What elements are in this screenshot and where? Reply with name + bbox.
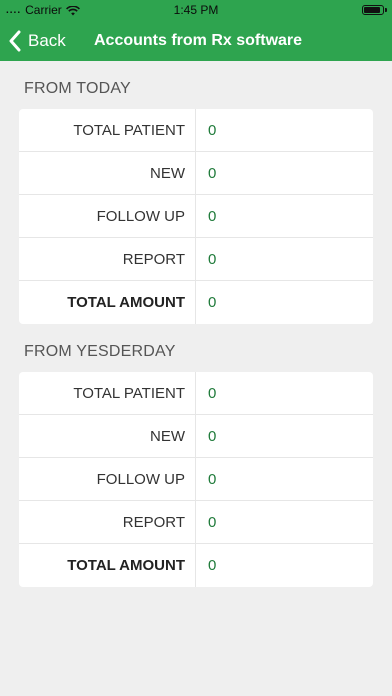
stat-row-total-amount: TOTAL AMOUNT 0 [19, 281, 373, 324]
stat-value: 0 [208, 251, 217, 268]
stat-value: 0 [208, 165, 217, 182]
stat-value: 0 [208, 428, 217, 445]
stat-value: 0 [208, 122, 217, 139]
section-header-today: FROM TODAY [24, 80, 131, 97]
today-stats-card: TOTAL PATIENT 0 NEW 0 FOLLOW UP 0 REPORT… [19, 109, 373, 324]
stat-row-total-patient: TOTAL PATIENT 0 [19, 109, 373, 152]
back-button[interactable]: Back [8, 20, 66, 61]
page-title: Accounts from Rx software [94, 32, 303, 49]
stat-label: NEW [150, 165, 185, 182]
stat-label: FOLLOW UP [96, 471, 185, 488]
yesterday-stats-card: TOTAL PATIENT 0 NEW 0 FOLLOW UP 0 REPORT… [19, 372, 373, 587]
column-divider [195, 281, 196, 324]
column-divider [195, 195, 196, 237]
battery-icon [362, 5, 387, 15]
status-bar: .... Carrier 1:45 PM [0, 0, 392, 20]
stat-label: REPORT [122, 514, 185, 531]
stat-row-new: NEW 0 [19, 415, 373, 458]
column-divider [195, 238, 196, 280]
status-time: 1:45 PM [173, 3, 219, 17]
stat-value: 0 [208, 557, 217, 574]
column-divider [195, 501, 196, 543]
stat-row-total-patient: TOTAL PATIENT 0 [19, 372, 373, 415]
column-divider [195, 372, 196, 414]
stat-row-report: REPORT 0 [19, 501, 373, 544]
stat-label: FOLLOW UP [96, 208, 185, 225]
stat-row-total-amount: TOTAL AMOUNT 0 [19, 544, 373, 587]
stat-row-follow-up: FOLLOW UP 0 [19, 458, 373, 501]
section-header-yesterday: FROM YESDERDAY [24, 343, 176, 360]
column-divider [195, 458, 196, 500]
stat-row-report: REPORT 0 [19, 238, 373, 281]
stat-value: 0 [208, 385, 217, 402]
stat-label: TOTAL AMOUNT [67, 557, 185, 574]
stat-label: TOTAL AMOUNT [67, 294, 185, 311]
stat-label: TOTAL PATIENT [73, 122, 185, 139]
column-divider [195, 415, 196, 457]
stat-row-follow-up: FOLLOW UP 0 [19, 195, 373, 238]
stat-label: TOTAL PATIENT [73, 385, 185, 402]
column-divider [195, 152, 196, 194]
chevron-left-icon [8, 30, 22, 52]
stat-value: 0 [208, 208, 217, 225]
column-divider [195, 544, 196, 587]
column-divider [195, 109, 196, 151]
stat-row-new: NEW 0 [19, 152, 373, 195]
stat-value: 0 [208, 294, 217, 311]
navigation-bar: Back Accounts from Rx software [0, 20, 392, 61]
battery-level [364, 7, 380, 13]
stat-value: 0 [208, 514, 217, 531]
back-label: Back [28, 30, 66, 50]
stat-label: REPORT [122, 251, 185, 268]
stat-label: NEW [150, 428, 185, 445]
stat-value: 0 [208, 471, 217, 488]
